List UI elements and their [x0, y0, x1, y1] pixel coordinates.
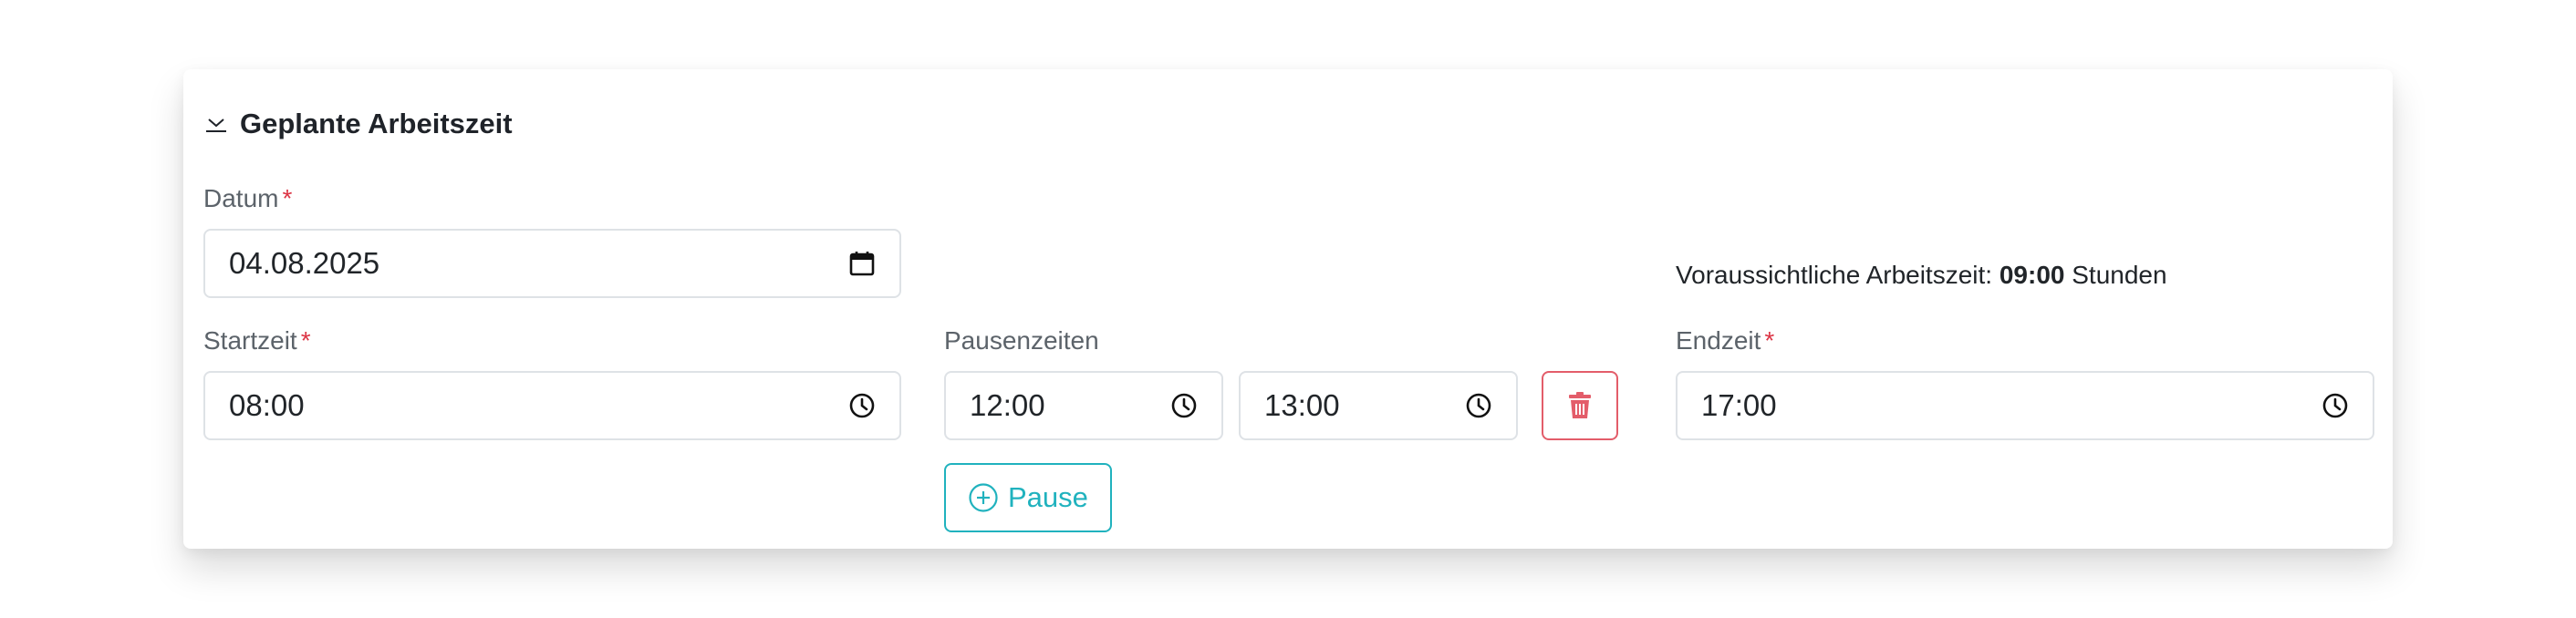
datum-label-text: Datum	[203, 184, 279, 212]
delete-pause-button[interactable]	[1542, 371, 1618, 440]
startzeit-label-text: Startzeit	[203, 326, 297, 355]
plus-circle-icon	[969, 483, 998, 512]
required-mark: *	[1764, 326, 1775, 355]
pause-start-value: 12:00	[970, 388, 1045, 422]
add-pause-button[interactable]: Pause	[944, 463, 1112, 532]
pause-end-input[interactable]: 13:00	[1239, 371, 1518, 440]
chevron-down-icon	[206, 118, 226, 132]
clock-icon[interactable]	[2322, 392, 2349, 419]
section-title: Geplante Arbeitszeit	[240, 108, 513, 139]
pause-start-input[interactable]: 12:00	[944, 371, 1223, 440]
planned-worktime-card: Geplante Arbeitszeit Datum * 04.08.2025 V…	[183, 69, 2393, 549]
endzeit-input[interactable]: 17:00	[1676, 371, 2374, 440]
worktime-value: 09:00	[1999, 261, 2065, 289]
datum-input[interactable]: 04.08.2025	[203, 229, 901, 298]
clock-icon[interactable]	[848, 392, 876, 419]
section-header[interactable]: Geplante Arbeitszeit	[203, 108, 513, 140]
startzeit-input[interactable]: 08:00	[203, 371, 901, 440]
endzeit-label: Endzeit *	[1676, 326, 1774, 355]
worktime-suffix: Stunden	[2072, 261, 2167, 289]
expected-worktime: Voraussichtliche Arbeitszeit: 09:00 Stun…	[1676, 261, 2167, 290]
datum-label: Datum *	[203, 184, 292, 213]
startzeit-value: 08:00	[229, 388, 305, 422]
pause-end-value: 13:00	[1264, 388, 1340, 422]
datum-value: 04.08.2025	[229, 246, 380, 280]
clock-icon[interactable]	[1465, 392, 1492, 419]
endzeit-value: 17:00	[1701, 388, 1777, 422]
add-pause-label: Pause	[1008, 481, 1088, 513]
pausen-label: Pausenzeiten	[944, 326, 1099, 355]
required-mark: *	[282, 184, 293, 212]
required-mark: *	[300, 326, 311, 355]
calendar-icon[interactable]	[848, 250, 876, 277]
trash-icon	[1569, 392, 1591, 418]
clock-icon[interactable]	[1170, 392, 1198, 419]
worktime-prefix: Voraussichtliche Arbeitszeit:	[1676, 261, 1993, 289]
endzeit-label-text: Endzeit	[1676, 326, 1761, 355]
startzeit-label: Startzeit *	[203, 326, 311, 355]
